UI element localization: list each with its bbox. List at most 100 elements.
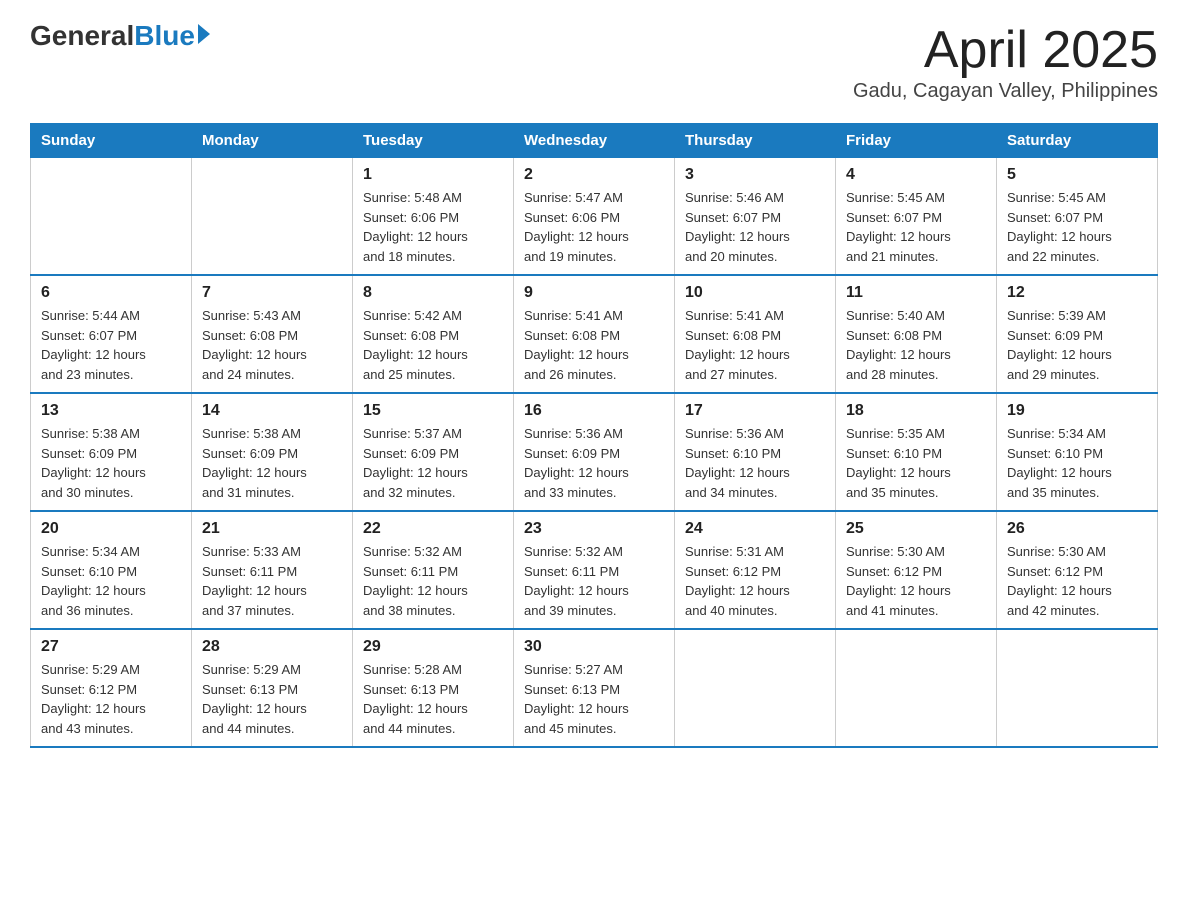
day-number: 6 [41,284,181,302]
calendar-cell: 3 Sunrise: 5:46 AM Sunset: 6:07 PM Daylig… [675,158,836,276]
calendar-cell: 17 Sunrise: 5:36 AM Sunset: 6:10 PM Dayli… [675,393,836,511]
calendar-cell: 8 Sunrise: 5:42 AM Sunset: 6:08 PM Daylig… [353,275,514,393]
day-number: 18 [846,402,986,420]
logo: General Blue [30,20,210,52]
calendar-cell [192,158,353,276]
calendar-cell [675,629,836,747]
logo-blue-part: Blue [134,20,210,52]
title-block: April 2025 Gadu, Cagayan Valley, Philipp… [853,20,1158,103]
calendar-cell [836,629,997,747]
day-number: 2 [524,166,664,184]
calendar-week-1: 1Sunrise: 5:48 AM Sunset: 6:06 PM Daylig… [31,158,1158,276]
day-info: Sunrise: 5:29 AM Sunset: 6:13 PM Dayligh… [202,660,342,738]
day-info: Sunrise: 5:46 AM Sunset: 6:07 PM Dayligh… [685,188,825,266]
calendar-cell: 6Sunrise: 5:44 AM Sunset: 6:07 PM Daylig… [31,275,192,393]
day-number: 19 [1007,402,1147,420]
calendar-cell: 24 Sunrise: 5:31 AM Sunset: 6:12 PM Dayli… [675,511,836,629]
day-info: Sunrise: 5:35 AM Sunset: 6:10 PM Dayligh… [846,424,986,502]
day-info: Sunrise: 5:41 AM Sunset: 6:08 PM Dayligh… [685,306,825,384]
day-number: 23 [524,520,664,538]
calendar-cell: 18 Sunrise: 5:35 AM Sunset: 6:10 PM Dayli… [836,393,997,511]
calendar-cell: 22 Sunrise: 5:32 AM Sunset: 6:11 PM Dayli… [353,511,514,629]
calendar-cell: 5 Sunrise: 5:45 AM Sunset: 6:07 PM Daylig… [997,158,1158,276]
day-number: 20 [41,520,181,538]
day-info: Sunrise: 5:39 AM Sunset: 6:09 PM Dayligh… [1007,306,1147,384]
day-number: 27 [41,638,181,656]
header-cell-wednesday: Wednesday [514,124,675,158]
day-number: 24 [685,520,825,538]
calendar-cell: 2Sunrise: 5:47 AM Sunset: 6:06 PM Daylig… [514,158,675,276]
calendar-cell: 21 Sunrise: 5:33 AM Sunset: 6:11 PM Dayli… [192,511,353,629]
day-info: Sunrise: 5:42 AM Sunset: 6:08 PM Dayligh… [363,306,503,384]
day-number: 15 [363,402,503,420]
day-info: Sunrise: 5:38 AM Sunset: 6:09 PM Dayligh… [41,424,181,502]
header-row: SundayMondayTuesdayWednesdayThursdayFrid… [31,124,1158,158]
day-info: Sunrise: 5:36 AM Sunset: 6:09 PM Dayligh… [524,424,664,502]
header-cell-saturday: Saturday [997,124,1158,158]
day-number: 25 [846,520,986,538]
calendar-week-5: 27Sunrise: 5:29 AM Sunset: 6:12 PM Dayli… [31,629,1158,747]
day-info: Sunrise: 5:34 AM Sunset: 6:10 PM Dayligh… [1007,424,1147,502]
day-info: Sunrise: 5:40 AM Sunset: 6:08 PM Dayligh… [846,306,986,384]
calendar-week-3: 13 Sunrise: 5:38 AM Sunset: 6:09 PM Dayli… [31,393,1158,511]
calendar-cell: 19 Sunrise: 5:34 AM Sunset: 6:10 PM Dayli… [997,393,1158,511]
day-number: 11 [846,284,986,302]
day-number: 30 [524,638,664,656]
calendar-cell: 9Sunrise: 5:41 AM Sunset: 6:08 PM Daylig… [514,275,675,393]
location-title: Gadu, Cagayan Valley, Philippines [853,80,1158,103]
calendar-cell: 15Sunrise: 5:37 AM Sunset: 6:09 PM Dayli… [353,393,514,511]
day-number: 3 [685,166,825,184]
calendar-cell: 29 Sunrise: 5:28 AM Sunset: 6:13 PM Dayli… [353,629,514,747]
day-number: 26 [1007,520,1147,538]
calendar-table: SundayMondayTuesdayWednesdayThursdayFrid… [30,123,1158,748]
header-cell-friday: Friday [836,124,997,158]
header-cell-tuesday: Tuesday [353,124,514,158]
day-info: Sunrise: 5:32 AM Sunset: 6:11 PM Dayligh… [363,542,503,620]
day-info: Sunrise: 5:45 AM Sunset: 6:07 PM Dayligh… [1007,188,1147,266]
calendar-cell: 27Sunrise: 5:29 AM Sunset: 6:12 PM Dayli… [31,629,192,747]
day-info: Sunrise: 5:38 AM Sunset: 6:09 PM Dayligh… [202,424,342,502]
day-number: 13 [41,402,181,420]
day-info: Sunrise: 5:34 AM Sunset: 6:10 PM Dayligh… [41,542,181,620]
calendar-cell: 14 Sunrise: 5:38 AM Sunset: 6:09 PM Dayli… [192,393,353,511]
day-number: 21 [202,520,342,538]
calendar-cell: 13 Sunrise: 5:38 AM Sunset: 6:09 PM Dayli… [31,393,192,511]
day-info: Sunrise: 5:31 AM Sunset: 6:12 PM Dayligh… [685,542,825,620]
day-info: Sunrise: 5:36 AM Sunset: 6:10 PM Dayligh… [685,424,825,502]
day-info: Sunrise: 5:33 AM Sunset: 6:11 PM Dayligh… [202,542,342,620]
calendar-cell: 4Sunrise: 5:45 AM Sunset: 6:07 PM Daylig… [836,158,997,276]
day-info: Sunrise: 5:43 AM Sunset: 6:08 PM Dayligh… [202,306,342,384]
calendar-cell: 25 Sunrise: 5:30 AM Sunset: 6:12 PM Dayli… [836,511,997,629]
day-number: 1 [363,166,503,184]
day-number: 29 [363,638,503,656]
day-number: 14 [202,402,342,420]
page-header: General Blue April 2025 Gadu, Cagayan Va… [30,20,1158,103]
calendar-header: SundayMondayTuesdayWednesdayThursdayFrid… [31,124,1158,158]
logo-triangle-icon [198,24,210,44]
calendar-cell: 28 Sunrise: 5:29 AM Sunset: 6:13 PM Dayli… [192,629,353,747]
calendar-body: 1Sunrise: 5:48 AM Sunset: 6:06 PM Daylig… [31,158,1158,748]
calendar-cell [997,629,1158,747]
logo-blue-text: Blue [134,20,195,52]
day-info: Sunrise: 5:30 AM Sunset: 6:12 PM Dayligh… [1007,542,1147,620]
calendar-cell: 16Sunrise: 5:36 AM Sunset: 6:09 PM Dayli… [514,393,675,511]
day-number: 17 [685,402,825,420]
calendar-cell: 23Sunrise: 5:32 AM Sunset: 6:11 PM Dayli… [514,511,675,629]
day-info: Sunrise: 5:30 AM Sunset: 6:12 PM Dayligh… [846,542,986,620]
header-cell-sunday: Sunday [31,124,192,158]
calendar-cell: 11 Sunrise: 5:40 AM Sunset: 6:08 PM Dayli… [836,275,997,393]
header-cell-monday: Monday [192,124,353,158]
day-number: 12 [1007,284,1147,302]
day-info: Sunrise: 5:28 AM Sunset: 6:13 PM Dayligh… [363,660,503,738]
day-number: 22 [363,520,503,538]
month-title: April 2025 [853,20,1158,80]
calendar-cell: 7 Sunrise: 5:43 AM Sunset: 6:08 PM Daylig… [192,275,353,393]
calendar-week-2: 6Sunrise: 5:44 AM Sunset: 6:07 PM Daylig… [31,275,1158,393]
day-number: 8 [363,284,503,302]
day-info: Sunrise: 5:27 AM Sunset: 6:13 PM Dayligh… [524,660,664,738]
day-number: 28 [202,638,342,656]
day-number: 5 [1007,166,1147,184]
day-info: Sunrise: 5:45 AM Sunset: 6:07 PM Dayligh… [846,188,986,266]
day-number: 7 [202,284,342,302]
calendar-cell: 1Sunrise: 5:48 AM Sunset: 6:06 PM Daylig… [353,158,514,276]
